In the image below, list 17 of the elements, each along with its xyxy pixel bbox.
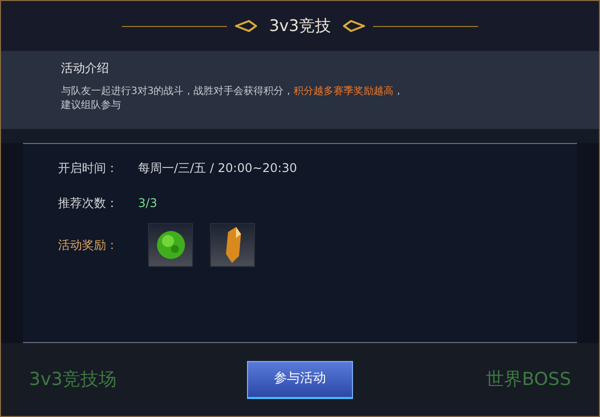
diamond-ornament-icon: [342, 20, 365, 32]
recommended-count: 3/3: [138, 194, 158, 212]
intro-heading: 活动介绍: [61, 60, 110, 77]
diamond-ornament-icon: [235, 20, 258, 32]
open-time: 每周一/三/五 / 20:00~20:30: [138, 160, 297, 176]
info-label: 活动奖励：: [58, 237, 119, 254]
info-label: 开启时间：: [58, 160, 119, 176]
background-title: 3v3竞技场: [29, 368, 118, 392]
reward-slot[interactable]: [210, 223, 255, 267]
join-activity-button[interactable]: 参与活动: [247, 360, 353, 398]
background-title: 世界BOSS: [484, 368, 571, 392]
reward-slot[interactable]: [148, 223, 193, 267]
intro-text: 与队友一起进行3对3的战斗，战胜对手会获得积分，积分越多赛季奖励越高， 建议组队参与: [61, 85, 405, 113]
info-label: 推荐次数：: [58, 194, 119, 212]
dialog-title: 3v3竞技: [268, 15, 332, 37]
orb-icon: [156, 230, 186, 260]
crystal-icon: [224, 226, 242, 264]
